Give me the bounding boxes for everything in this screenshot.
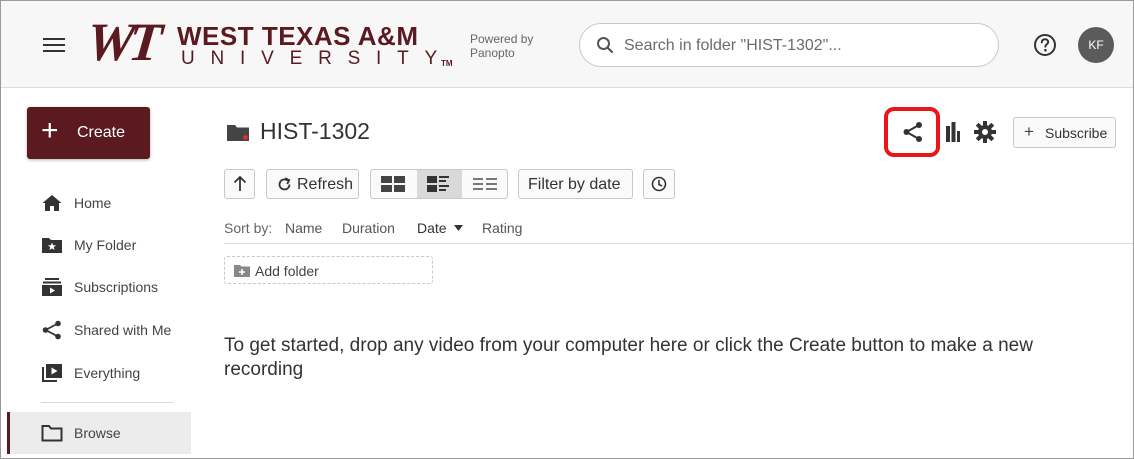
help-icon[interactable] bbox=[1033, 33, 1057, 57]
stats-icon[interactable] bbox=[946, 122, 960, 142]
caret-down-icon bbox=[454, 225, 463, 231]
app-window: WT WEST TEXAS A&M UNIVERSITY TM Powered … bbox=[0, 0, 1134, 459]
sidebar-item-label: Shared with Me bbox=[74, 322, 172, 338]
top-header: WT WEST TEXAS A&M UNIVERSITY TM Powered … bbox=[1, 1, 1133, 88]
add-folder-button[interactable]: Add folder bbox=[224, 256, 433, 284]
sort-option-date[interactable]: Date bbox=[417, 220, 447, 236]
sort-label: Sort by: bbox=[224, 220, 273, 236]
sidebar-item-my-folder[interactable]: My Folder bbox=[1, 227, 191, 263]
sidebar-item-subscriptions[interactable]: Subscriptions bbox=[1, 269, 191, 305]
grid-view-icon bbox=[381, 176, 405, 192]
share-icon[interactable] bbox=[902, 121, 924, 143]
sidebar-item-label: Everything bbox=[74, 365, 141, 381]
search-icon bbox=[597, 37, 614, 54]
refresh-icon bbox=[278, 177, 291, 191]
everything-icon bbox=[42, 364, 62, 382]
detail-view-button[interactable] bbox=[417, 170, 462, 198]
avatar[interactable]: KF bbox=[1078, 27, 1114, 63]
sort-option-name[interactable]: Name bbox=[285, 220, 322, 236]
refresh-button[interactable]: Refresh bbox=[266, 169, 359, 199]
logo-trademark: TM bbox=[441, 59, 453, 68]
sort-option-duration[interactable]: Duration bbox=[342, 220, 395, 236]
add-folder-icon bbox=[234, 265, 250, 277]
sidebar-item-label: Home bbox=[74, 195, 112, 211]
subscribe-button[interactable]: + Subscribe bbox=[1013, 117, 1116, 148]
sidebar-item-everything[interactable]: Everything bbox=[1, 355, 191, 391]
sidebar-item-home[interactable]: Home bbox=[1, 185, 191, 221]
detail-view-icon bbox=[427, 176, 449, 192]
refresh-label: Refresh bbox=[297, 176, 354, 193]
filter-label: Filter by date bbox=[528, 176, 621, 193]
view-toggle-group bbox=[370, 169, 508, 199]
share-icon bbox=[42, 320, 61, 340]
sidebar-item-browse[interactable]: Browse bbox=[7, 412, 191, 454]
up-button[interactable] bbox=[224, 169, 255, 199]
sidebar-item-shared-with-me[interactable]: Shared with Me bbox=[1, 312, 191, 348]
gear-icon[interactable] bbox=[974, 121, 996, 143]
subscribe-label: Subscribe bbox=[1045, 125, 1108, 141]
sidebar-item-label: Browse bbox=[74, 425, 121, 441]
folder-icon bbox=[227, 125, 249, 141]
search-input[interactable] bbox=[622, 32, 986, 60]
page-title: HIST-1302 bbox=[260, 118, 370, 144]
thumbnail-view-button[interactable] bbox=[371, 170, 416, 198]
plus-icon: + bbox=[1024, 122, 1034, 141]
folder-icon bbox=[41, 425, 63, 442]
logo-name: WEST TEXAS A&M bbox=[177, 21, 419, 51]
sidebar-item-label: Subscriptions bbox=[74, 279, 159, 295]
search-box[interactable] bbox=[579, 23, 999, 67]
clock-button[interactable] bbox=[643, 169, 675, 199]
create-button[interactable]: + Create bbox=[27, 107, 150, 159]
list-view-icon bbox=[473, 178, 497, 190]
sidebar-item-label: My Folder bbox=[74, 237, 137, 253]
divider bbox=[224, 243, 1133, 244]
filter-by-date-button[interactable]: Filter by date bbox=[518, 169, 633, 199]
sidebar-divider bbox=[41, 402, 173, 403]
arrow-up-icon bbox=[233, 176, 247, 191]
create-label: Create bbox=[77, 124, 126, 141]
powered-by-text: Powered by Panopto bbox=[470, 32, 534, 60]
clock-icon bbox=[651, 176, 667, 192]
list-view-button[interactable] bbox=[463, 170, 508, 198]
sort-option-rating[interactable]: Rating bbox=[482, 220, 522, 236]
logo-mark: WT bbox=[83, 12, 160, 72]
plus-icon: + bbox=[41, 114, 59, 147]
empty-folder-message: To get started, drop any video from your… bbox=[224, 335, 1033, 380]
subscriptions-icon bbox=[42, 278, 62, 296]
home-icon bbox=[42, 195, 62, 211]
my-folder-icon bbox=[42, 238, 62, 253]
logo-university: UNIVERSITY bbox=[181, 48, 454, 69]
menu-icon[interactable] bbox=[43, 34, 65, 54]
add-folder-label: Add folder bbox=[255, 263, 319, 279]
